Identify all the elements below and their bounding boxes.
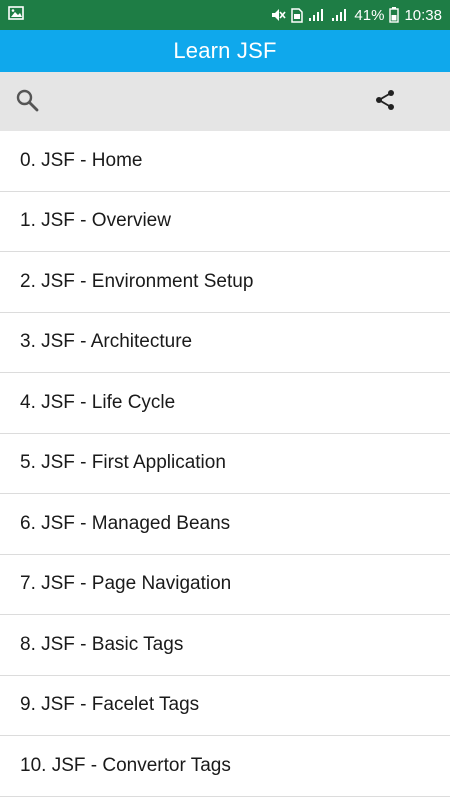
share-button[interactable] bbox=[372, 89, 398, 115]
status-right: 41% 10:38 bbox=[270, 7, 442, 24]
list-item-label: 9. JSF - Facelet Tags bbox=[20, 694, 200, 716]
signal-icon bbox=[308, 8, 326, 22]
list-item-basic-tags[interactable]: 8. JSF - Basic Tags bbox=[0, 615, 450, 676]
list-item-home[interactable]: 0. JSF - Home bbox=[0, 131, 450, 192]
list-item-page-navigation[interactable]: 7. JSF - Page Navigation bbox=[0, 555, 450, 615]
battery-icon bbox=[389, 7, 400, 23]
list-item-overview[interactable]: 1. JSF - Overview bbox=[0, 192, 450, 252]
list-item-first-application[interactable]: 5. JSF - First Application bbox=[0, 434, 450, 494]
list-item-label: 4. JSF - Life Cycle bbox=[20, 391, 176, 413]
list-item-convertor-tags[interactable]: 10. JSF - Convertor Tags bbox=[0, 736, 450, 797]
list-item-label: 5. JSF - First Application bbox=[20, 452, 226, 474]
list-item-label: 3. JSF - Architecture bbox=[20, 331, 193, 353]
signal-icon-2 bbox=[331, 8, 349, 22]
list-item-label: 10. JSF - Convertor Tags bbox=[20, 754, 231, 776]
sim-icon bbox=[291, 7, 304, 23]
list-item-environment-setup[interactable]: 2. JSF - Environment Setup bbox=[0, 252, 450, 313]
list-item-managed-beans[interactable]: 6. JSF - Managed Beans bbox=[0, 494, 450, 555]
list-item-facelet-tags[interactable]: 9. JSF - Facelet Tags bbox=[0, 676, 450, 736]
list-item-architecture[interactable]: 3. JSF - Architecture bbox=[0, 313, 450, 373]
list-item-label: 2. JSF - Environment Setup bbox=[20, 270, 254, 292]
list-item-label: 1. JSF - Overview bbox=[20, 210, 171, 232]
clock: 10:38 bbox=[404, 6, 442, 24]
list-item-life-cycle[interactable]: 4. JSF - Life Cycle bbox=[0, 373, 450, 434]
toolbar bbox=[0, 72, 450, 131]
list-item-label: 6. JSF - Managed Beans bbox=[20, 512, 231, 534]
image-icon bbox=[8, 5, 24, 25]
list-item-label: 0. JSF - Home bbox=[20, 149, 143, 171]
app-title: Learn JSF bbox=[173, 38, 277, 63]
topic-list: 0. JSF - Home 1. JSF - Overview 2. JSF -… bbox=[0, 131, 450, 797]
app-bar: Learn JSF bbox=[0, 30, 450, 72]
list-item-label: 8. JSF - Basic Tags bbox=[20, 633, 184, 655]
share-icon bbox=[374, 89, 396, 116]
search-icon bbox=[15, 88, 39, 117]
list-item-label: 7. JSF - Page Navigation bbox=[20, 573, 232, 595]
battery-percent: 41% bbox=[354, 6, 385, 24]
mute-icon bbox=[270, 7, 287, 23]
search-button[interactable] bbox=[14, 89, 40, 115]
status-left bbox=[8, 5, 270, 25]
status-bar: 41% 10:38 bbox=[0, 0, 450, 30]
